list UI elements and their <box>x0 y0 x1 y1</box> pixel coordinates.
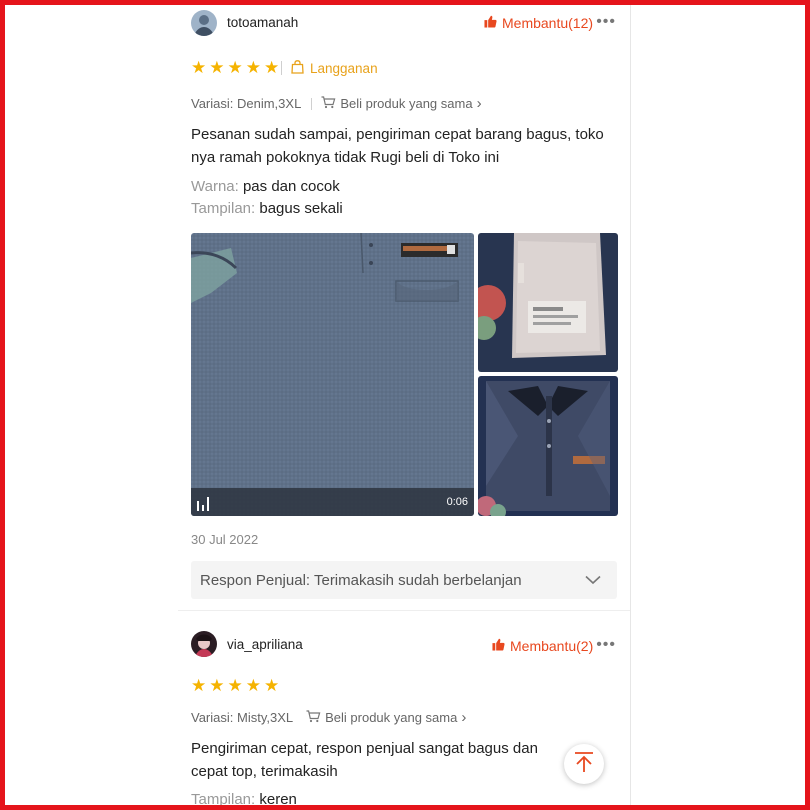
shopping-bag-icon <box>291 60 304 77</box>
variant-row: Variasi: Denim,3XL Beli produk yang sama… <box>191 95 482 112</box>
review-card: via_apriliana Membantu(2) ••• ★ ★ ★ ★ ★ … <box>191 611 618 810</box>
variant-row: Variasi: Misty,3XL Beli produk yang sama… <box>191 709 466 726</box>
attribute-key: Tampilan: <box>191 200 256 217</box>
star-icon: ★ <box>191 58 207 77</box>
star-icon: ★ <box>227 676 243 695</box>
star-icon: ★ <box>191 676 207 695</box>
attribute-key: Warna: <box>191 178 239 195</box>
cart-icon <box>306 709 321 726</box>
review-photo[interactable] <box>478 376 618 516</box>
subscription-badge: Langganan <box>291 60 378 77</box>
star-icon: ★ <box>209 58 225 77</box>
scroll-to-top-button[interactable] <box>564 744 604 784</box>
divider <box>281 61 282 75</box>
avatar[interactable] <box>191 10 217 36</box>
video-duration: 0:06 <box>446 496 468 508</box>
helpful-count: Membantu(12) <box>502 15 594 31</box>
thumbs-up-icon <box>484 15 497 31</box>
buy-same-link[interactable]: Beli produk yang sama › <box>321 95 482 112</box>
chevron-right-icon: › <box>461 709 467 726</box>
star-icon: ★ <box>245 58 261 77</box>
buy-same-label: Beli produk yang sama <box>340 96 473 111</box>
attribute-key: Tampilan: <box>191 791 256 808</box>
cart-icon <box>321 95 336 112</box>
helpful-count: Membantu(2) <box>510 638 594 654</box>
helpful-button[interactable]: Membantu(2) <box>492 638 593 654</box>
arrow-up-icon <box>573 751 595 778</box>
attribute-value: bagus sekali <box>259 200 343 217</box>
review-text: Pesanan sudah sampai, pengiriman cepat b… <box>191 126 604 166</box>
review-attribute: Tampilan: keren <box>191 789 297 810</box>
more-options-icon[interactable]: ••• <box>596 636 616 654</box>
variant-label: Variasi: Denim,3XL <box>191 96 302 111</box>
seller-response[interactable]: Respon Penjual: Terimakasih sudah berbel… <box>191 561 617 599</box>
star-icon: ★ <box>209 676 225 695</box>
subscription-label: Langganan <box>310 61 378 76</box>
review-text: Pengiriman cepat, respon penjual sangat … <box>191 740 538 780</box>
buy-same-label: Beli produk yang sama <box>325 710 458 725</box>
helpful-button[interactable]: Membantu(12) <box>484 15 593 31</box>
buy-same-link[interactable]: Beli produk yang sama › <box>306 709 466 726</box>
star-icon: ★ <box>227 58 243 77</box>
rating-stars: ★ ★ ★ ★ ★ <box>191 59 279 76</box>
chevron-right-icon: › <box>476 95 482 112</box>
rating-stars: ★ ★ ★ ★ ★ <box>191 677 279 694</box>
review-video[interactable]: 0:06 <box>191 233 474 516</box>
divider <box>311 97 313 110</box>
more-options-icon[interactable]: ••• <box>596 13 616 31</box>
reviewer-name[interactable]: totoamanah <box>227 15 298 30</box>
attribute-value: keren <box>259 791 297 808</box>
review-attribute: Warna: pas dan cocok <box>191 176 340 198</box>
attribute-value: pas dan cocok <box>242 178 340 195</box>
avatar[interactable] <box>191 631 217 657</box>
video-indicator-icon <box>197 497 209 511</box>
seller-response-text: Respon Penjual: Terimakasih sudah berbel… <box>200 571 522 589</box>
star-icon: ★ <box>245 676 261 695</box>
review-photo[interactable] <box>478 233 618 372</box>
reviews-screen: totoamanah Membantu(12) ••• ★ ★ ★ ★ ★ La… <box>178 0 631 810</box>
variant-label: Variasi: Misty,3XL <box>191 710 294 725</box>
chevron-down-icon[interactable] <box>585 572 601 589</box>
review-date: 30 Jul 2022 <box>191 532 259 547</box>
reviewer-name[interactable]: via_apriliana <box>227 637 303 652</box>
review-card: totoamanah Membantu(12) ••• ★ ★ ★ ★ ★ La… <box>191 0 618 610</box>
star-icon: ★ <box>264 58 280 77</box>
thumbs-up-icon <box>492 638 505 654</box>
star-icon: ★ <box>264 676 280 695</box>
review-attribute: Tampilan: bagus sekali <box>191 198 343 220</box>
